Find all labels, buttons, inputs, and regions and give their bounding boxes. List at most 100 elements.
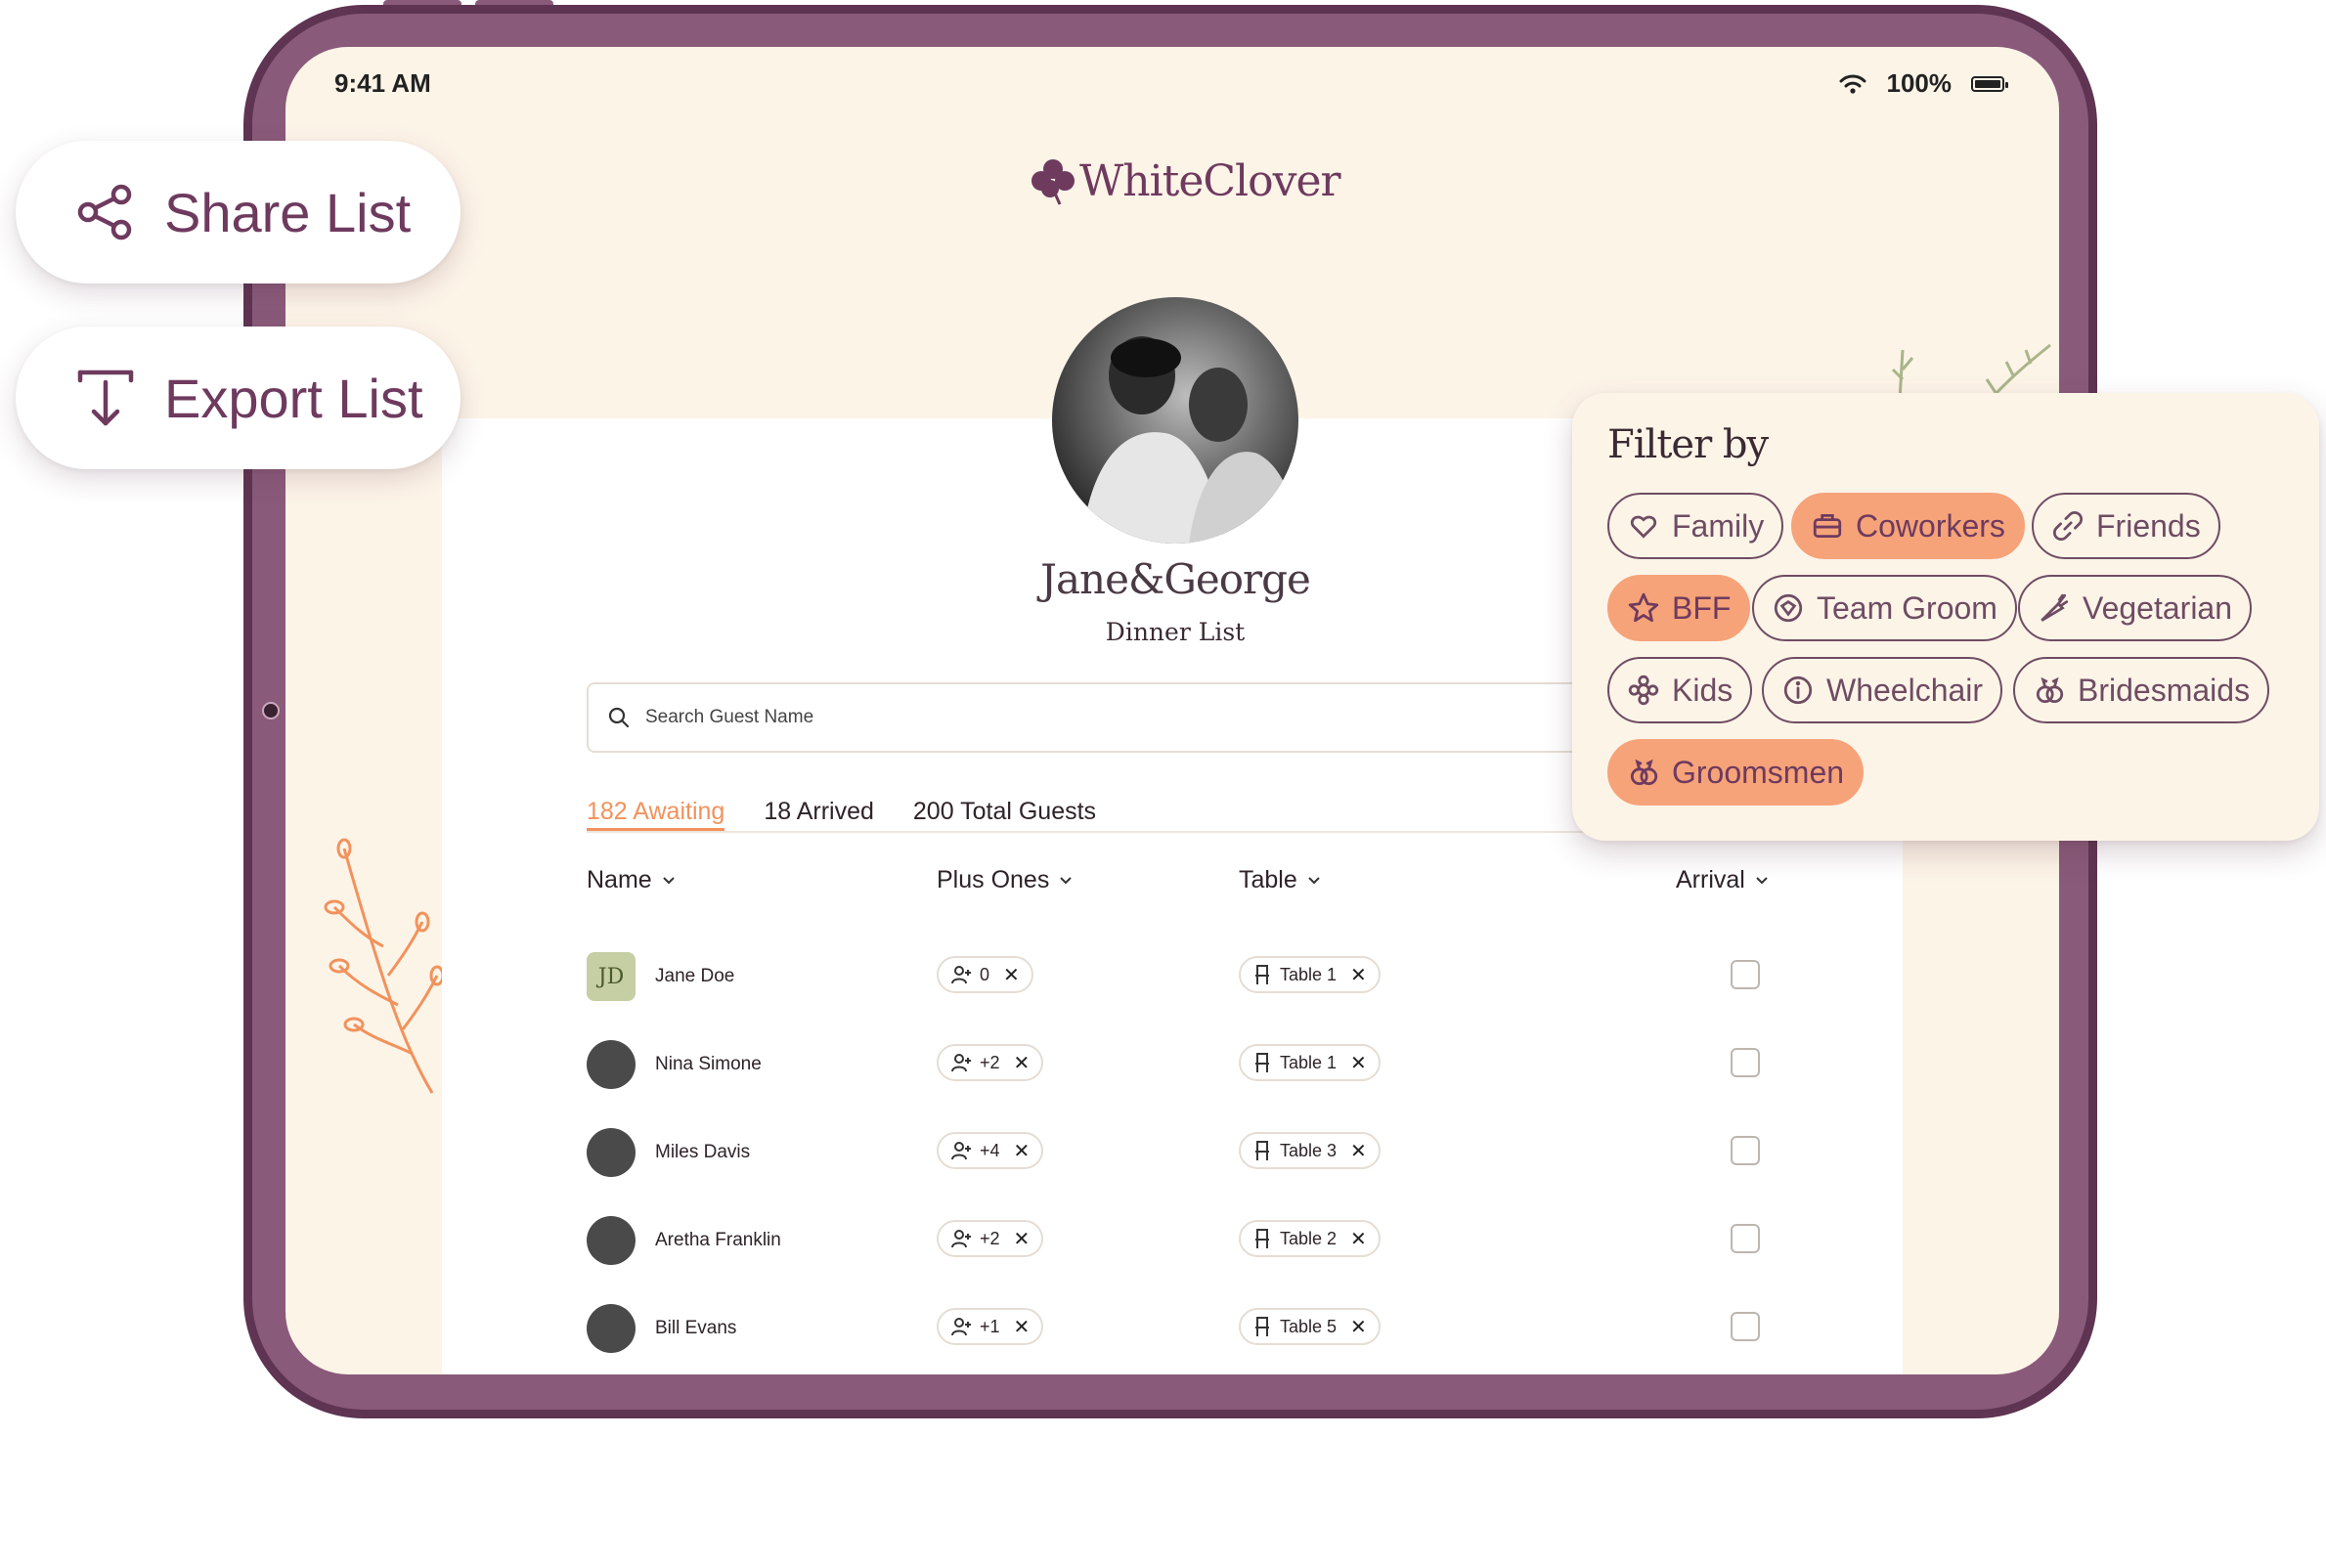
- table-value: Table 1: [1280, 964, 1338, 984]
- search-input[interactable]: [643, 706, 1234, 729]
- chevron-down-icon: [1060, 876, 1073, 884]
- close-icon[interactable]: ✕: [1014, 1227, 1031, 1251]
- chevron-down-icon: [1756, 876, 1768, 884]
- wifi-icon: [1839, 74, 1865, 94]
- column-header-plus-ones[interactable]: Plus Ones: [937, 866, 1073, 894]
- close-icon[interactable]: ✕: [1350, 963, 1367, 987]
- column-name-label: Name: [587, 866, 652, 893]
- filter-chip-label: Team Groom: [1817, 589, 1997, 626]
- add-person-icon: [951, 1230, 971, 1248]
- table-chip[interactable]: Table 5 ✕: [1239, 1308, 1381, 1345]
- column-header-table[interactable]: Table: [1239, 866, 1321, 894]
- list-title: Dinner List: [1105, 618, 1246, 646]
- filter-chip-friends[interactable]: Friends: [2032, 493, 2220, 559]
- export-icon: [77, 370, 134, 426]
- filter-chip-vegetarian[interactable]: Vegetarian: [2018, 575, 2253, 641]
- share-list-label: Share List: [164, 181, 412, 243]
- filter-title: Filter by: [1607, 422, 1769, 467]
- column-table-label: Table: [1239, 866, 1297, 893]
- close-icon[interactable]: ✕: [1350, 1139, 1367, 1163]
- tab-total-guests[interactable]: 200 Total Guests: [913, 798, 1096, 831]
- arrival-checkbox[interactable]: [1731, 1312, 1760, 1341]
- plus-ones-value: +4: [980, 1140, 1000, 1160]
- battery-percent: 100%: [1886, 68, 1953, 98]
- guest-avatar: [587, 1040, 636, 1089]
- filter-chip-label: Friends: [2096, 507, 2201, 544]
- guest-name: Nina Simone: [655, 1054, 762, 1074]
- arrival-checkbox[interactable]: [1731, 1048, 1760, 1077]
- table-row: Nina Simone +2 ✕ Table 1 ✕: [587, 1034, 1760, 1093]
- close-icon[interactable]: ✕: [1350, 1051, 1367, 1075]
- table-value: Table 5: [1280, 1316, 1338, 1336]
- arrival-checkbox[interactable]: [1731, 1224, 1760, 1253]
- close-icon[interactable]: ✕: [1014, 1139, 1031, 1163]
- table-chip[interactable]: Table 2 ✕: [1239, 1220, 1381, 1257]
- chair-icon: [1255, 965, 1269, 984]
- close-icon[interactable]: ✕: [1350, 1227, 1367, 1251]
- export-list-button[interactable]: Export List: [16, 327, 461, 469]
- column-header-name[interactable]: Name: [587, 866, 676, 894]
- export-list-label: Export List: [164, 367, 423, 429]
- add-person-icon: [951, 1318, 971, 1336]
- filter-chip-label: Kids: [1672, 672, 1734, 708]
- bridesmaids-icon: [2036, 676, 2064, 704]
- filter-chip-kids[interactable]: Kids: [1607, 657, 1753, 723]
- filter-chip-label: Vegetarian: [2083, 589, 2233, 626]
- filter-chip-bff[interactable]: BFF: [1607, 575, 1751, 641]
- column-header-arrival[interactable]: Arrival: [1676, 866, 1769, 894]
- kids-icon: [1628, 675, 1659, 706]
- close-icon[interactable]: ✕: [1350, 1315, 1367, 1339]
- tab-arrived[interactable]: 18 Arrived: [764, 798, 874, 831]
- vegetarian-icon: [2041, 593, 2069, 622]
- filter-chip-coworkers[interactable]: Coworkers: [1791, 493, 2025, 559]
- close-icon[interactable]: ✕: [1014, 1315, 1031, 1339]
- filter-chip-team-groom[interactable]: Team Groom: [1752, 575, 2017, 641]
- add-person-icon: [951, 966, 971, 984]
- orange-sprig-icon: [324, 838, 442, 1094]
- plus-ones-value: +2: [980, 1052, 1000, 1072]
- table-row: JD Jane Doe 0 ✕ Table 1 ✕: [587, 946, 1760, 1005]
- filter-chip-label: Groomsmen: [1672, 754, 1845, 790]
- coworkers-icon: [1813, 513, 1842, 539]
- bff-icon: [1628, 592, 1659, 623]
- filter-chip-bridesmaids[interactable]: Bridesmaids: [2013, 657, 2270, 723]
- plus-ones-value: +1: [980, 1316, 1000, 1336]
- table-chip[interactable]: Table 3 ✕: [1239, 1132, 1381, 1169]
- plus-ones-chip[interactable]: +4 ✕: [937, 1132, 1044, 1169]
- add-person-icon: [951, 1142, 971, 1160]
- guest-avatar: [587, 1128, 636, 1177]
- table-chip[interactable]: Table 1 ✕: [1239, 1044, 1381, 1081]
- filter-chip-groomsmen[interactable]: Groomsmen: [1607, 739, 1865, 806]
- column-arrival-label: Arrival: [1676, 866, 1745, 893]
- table-value: Table 1: [1280, 1052, 1338, 1072]
- table-row: Miles Davis +4 ✕ Table 3 ✕: [587, 1122, 1760, 1181]
- plus-ones-value: 0: [980, 964, 990, 984]
- filter-chip-label: Wheelchair: [1826, 672, 1984, 708]
- app-logo: WhiteClover: [1031, 156, 1341, 206]
- couple-name: Jane&George: [1040, 555, 1311, 603]
- couple-silhouette: [1081, 336, 1298, 544]
- plus-ones-chip[interactable]: +2 ✕: [937, 1044, 1044, 1081]
- groomsmen-icon: [1630, 759, 1658, 786]
- plus-ones-chip[interactable]: +1 ✕: [937, 1308, 1044, 1345]
- wheelchair-icon: [1783, 675, 1813, 705]
- tab-awaiting[interactable]: 182 Awaiting: [587, 798, 725, 831]
- guest-name: Aretha Franklin: [655, 1230, 781, 1250]
- arrival-checkbox[interactable]: [1731, 1136, 1760, 1165]
- filter-chip-family[interactable]: Family: [1607, 493, 1784, 559]
- table-chip[interactable]: Table 1 ✕: [1239, 956, 1381, 993]
- clover-icon: [1031, 158, 1075, 205]
- chevron-down-icon: [662, 876, 675, 884]
- close-icon[interactable]: ✕: [1003, 963, 1020, 987]
- camera-dot: [262, 702, 280, 719]
- filter-chip-wheelchair[interactable]: Wheelchair: [1762, 657, 2003, 723]
- filter-chip-label: Bridesmaids: [2078, 672, 2251, 708]
- share-list-button[interactable]: Share List: [16, 141, 461, 283]
- close-icon[interactable]: ✕: [1014, 1051, 1031, 1075]
- arrival-checkbox[interactable]: [1731, 960, 1760, 989]
- plus-ones-chip[interactable]: +2 ✕: [937, 1220, 1044, 1257]
- guest-avatar: [587, 1304, 636, 1353]
- plus-ones-chip[interactable]: 0 ✕: [937, 956, 1033, 993]
- table-row: Aretha Franklin +2 ✕ Table 2 ✕: [587, 1210, 1760, 1269]
- plus-ones-value: +2: [980, 1228, 1000, 1248]
